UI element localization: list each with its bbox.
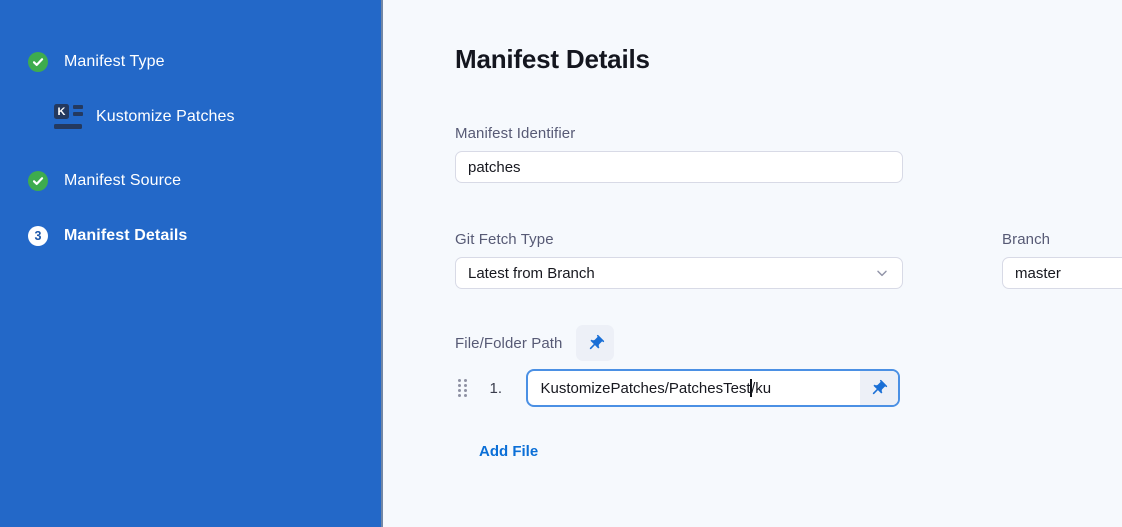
- check-circle-icon: [28, 171, 48, 191]
- step-label: Manifest Source: [64, 172, 181, 190]
- file-path-row: 1. KustomizePatches/PatchesTest/ku: [455, 369, 1122, 407]
- step-manifest-source[interactable]: Manifest Source: [28, 171, 181, 191]
- git-fetch-type-select[interactable]: Latest from Branch: [455, 257, 903, 289]
- page-title: Manifest Details: [455, 44, 1122, 75]
- fetch-branch-row: Git Fetch Type Latest from Branch Branch: [455, 231, 1122, 289]
- branch-group: Branch: [1002, 231, 1122, 289]
- git-fetch-type-group: Git Fetch Type Latest from Branch: [455, 231, 903, 289]
- file-folder-path-label: File/Folder Path: [455, 335, 562, 352]
- kustomize-patches-icon: K: [54, 104, 83, 129]
- runtime-input-pin-button[interactable]: [576, 325, 614, 361]
- git-fetch-type-value: Latest from Branch: [468, 265, 874, 282]
- manifest-wizard-dialog: Manifest Type K Kustomize Patches Manife…: [0, 0, 1122, 527]
- check-circle-icon: [28, 52, 48, 72]
- step-manifest-details[interactable]: 3 Manifest Details: [28, 226, 187, 246]
- manifest-identifier-group: Manifest Identifier: [455, 125, 1122, 183]
- drag-handle-icon[interactable]: [458, 379, 467, 397]
- step-number-badge: 3: [28, 226, 48, 246]
- file-path-input[interactable]: KustomizePatches/PatchesTest/ku: [526, 369, 900, 407]
- manifest-identifier-label: Manifest Identifier: [455, 125, 1122, 142]
- git-fetch-type-label: Git Fetch Type: [455, 231, 903, 248]
- branch-input[interactable]: [1002, 257, 1122, 289]
- step-manifest-type[interactable]: Manifest Type: [28, 52, 165, 72]
- pin-icon: [586, 334, 605, 353]
- manifest-identifier-input[interactable]: [455, 151, 903, 183]
- manifest-details-panel: Manifest Details Manifest Identifier Git…: [385, 0, 1122, 527]
- file-folder-path-header: File/Folder Path: [455, 325, 1122, 361]
- file-path-value: KustomizePatches/PatchesTest/ku: [528, 371, 860, 405]
- branch-label: Branch: [1002, 231, 1122, 248]
- chevron-down-icon: [874, 265, 890, 281]
- substep-label: Kustomize Patches: [96, 108, 235, 126]
- step-label: Manifest Type: [64, 53, 165, 71]
- step-label: Manifest Details: [64, 227, 187, 245]
- file-path-row-index: 1.: [490, 380, 510, 397]
- wizard-stepper-sidebar: Manifest Type K Kustomize Patches Manife…: [0, 0, 383, 527]
- add-file-button[interactable]: Add File: [479, 443, 538, 460]
- field-pin-button[interactable]: [860, 371, 898, 405]
- manifest-details-form: Manifest Identifier Git Fetch Type Lates…: [455, 125, 1122, 461]
- pin-icon: [869, 379, 888, 398]
- substep-kustomize-patches[interactable]: K Kustomize Patches: [54, 104, 235, 129]
